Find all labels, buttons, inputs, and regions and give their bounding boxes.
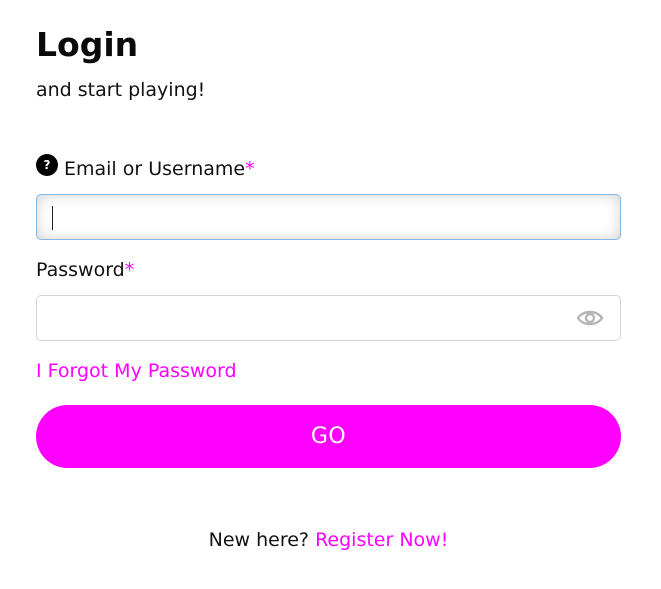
register-link[interactable]: Register Now!: [315, 529, 448, 551]
page-subtitle: and start playing!: [36, 79, 206, 101]
password-label-row: Password *: [36, 258, 134, 282]
eye-icon[interactable]: [576, 306, 604, 330]
go-button[interactable]: GO: [36, 405, 621, 468]
page-title: Login: [36, 25, 139, 64]
register-row: New here? Register Now!: [36, 528, 621, 552]
forgot-password-link[interactable]: I Forgot My Password: [36, 359, 237, 383]
register-prompt: New here?: [208, 529, 310, 551]
password-input-box[interactable]: [36, 295, 621, 341]
help-icon[interactable]: ?: [36, 154, 58, 176]
email-label: Email or Username: [64, 158, 246, 180]
password-input[interactable]: [37, 296, 620, 340]
password-label: Password: [36, 259, 125, 281]
password-required-mark: *: [124, 259, 135, 281]
email-label-row: ? Email or Username *: [36, 154, 255, 181]
email-required-mark: *: [245, 158, 255, 180]
text-caret: [52, 206, 53, 230]
email-input[interactable]: [37, 195, 620, 239]
email-input-box[interactable]: [36, 194, 621, 240]
